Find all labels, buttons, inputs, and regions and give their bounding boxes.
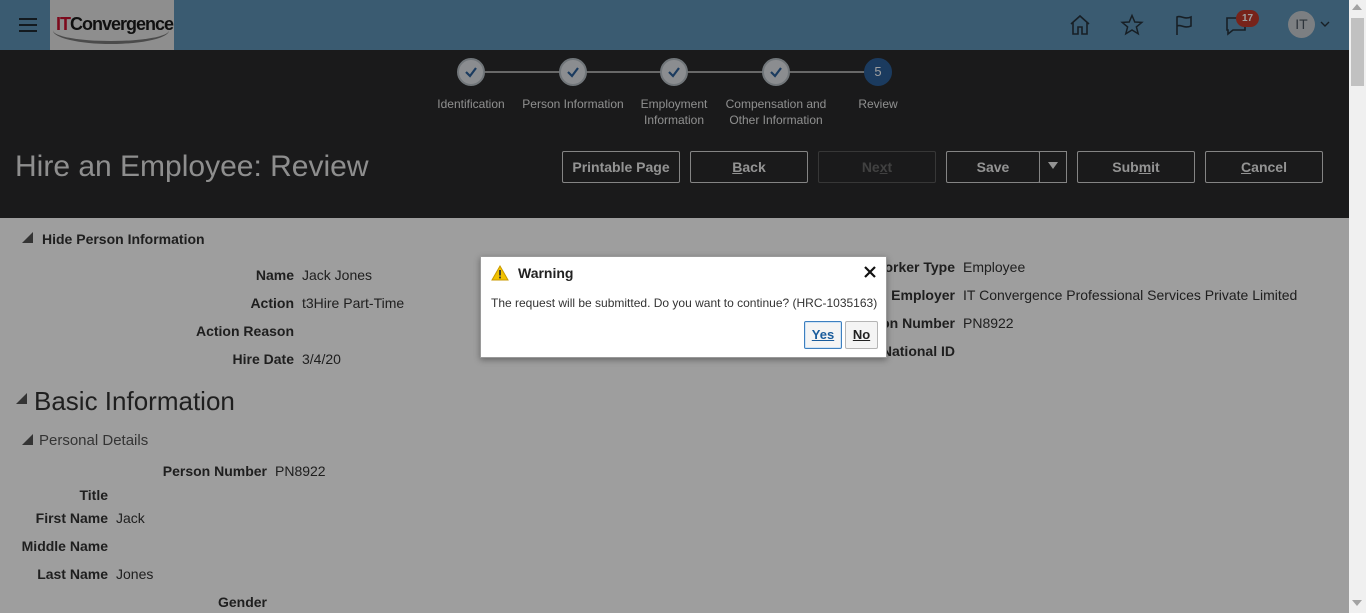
close-icon[interactable] bbox=[862, 264, 878, 280]
page-scrollbar[interactable] bbox=[1349, 0, 1366, 613]
yes-button[interactable]: Yes bbox=[804, 321, 842, 349]
warning-dialog: Warning The request will be submitted. D… bbox=[480, 256, 887, 358]
scroll-down-arrow-icon[interactable] bbox=[1352, 600, 1362, 606]
dialog-title: Warning bbox=[518, 265, 574, 281]
no-button[interactable]: No bbox=[845, 321, 878, 349]
scrollbar-thumb[interactable] bbox=[1351, 18, 1364, 86]
scroll-up-arrow-icon[interactable] bbox=[1352, 4, 1362, 10]
warning-icon bbox=[491, 265, 509, 281]
dialog-message: The request will be submitted. Do you wa… bbox=[491, 296, 878, 310]
